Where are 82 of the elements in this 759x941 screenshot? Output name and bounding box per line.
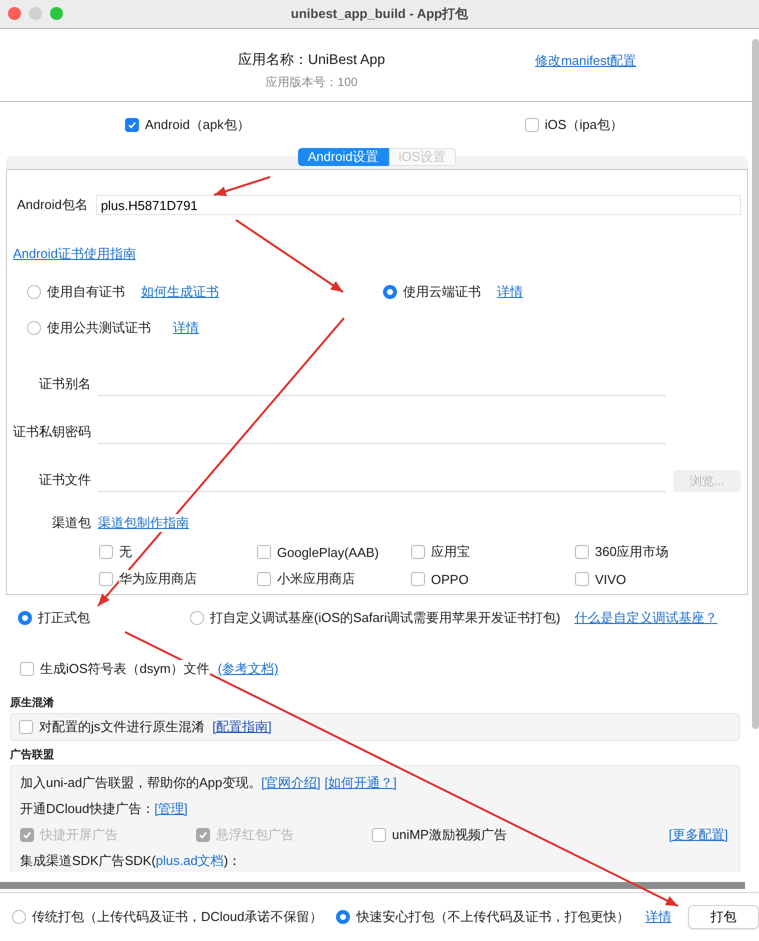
channel-option-label: 小米应用商店 (277, 570, 355, 588)
dcloud-ads-label: 开通DCloud快捷广告： (20, 800, 154, 818)
check-icon (198, 830, 208, 840)
channel-guide-link[interactable]: 渠道包制作指南 (98, 514, 189, 532)
ad-option-label: 悬浮红包广告 (216, 826, 294, 844)
app-name: 应用名称：UniBest App (238, 51, 386, 69)
horizontal-scrollbar[interactable] (0, 882, 745, 889)
config-guide-link[interactable]: [配置指南] (212, 718, 272, 736)
ads-info-link[interactable]: [如何开通？] (324, 774, 397, 792)
certificate-help-link[interactable]: 如何生成证书 (141, 283, 219, 301)
channel-option-label: 应用宝 (431, 543, 470, 561)
ad-option-label: 快捷开屏广告 (40, 826, 118, 844)
build-mode-label: 传统打包（上传代码及证书，DCloud承诺不保留） (32, 908, 322, 926)
checkbox[interactable] (575, 545, 589, 559)
platform-label: Android（apk包） (145, 116, 250, 134)
checkbox[interactable] (99, 545, 113, 559)
radio-button[interactable] (27, 321, 41, 335)
section-title: 广告联盟 (10, 748, 54, 762)
field-label: 证书别名 (38, 375, 91, 393)
obfuscation-label: 对配置的js文件进行原生混淆 (39, 718, 204, 736)
platform-label: iOS（ipa包） (544, 116, 623, 134)
radio-button[interactable] (336, 910, 350, 924)
radio-button[interactable] (190, 611, 204, 625)
checkbox[interactable] (524, 118, 539, 132)
app-version: 应用版本号：100 (266, 74, 358, 91)
checkbox[interactable] (411, 572, 425, 586)
debug-base-help-link[interactable]: 什么是自定义调试基座？ (574, 609, 718, 627)
manifest-link[interactable]: 修改manifest配置 (535, 52, 636, 70)
build-mode-label: 快速安心打包（不上传代码及证书，打包更快） (356, 908, 630, 926)
radio-button[interactable] (18, 611, 32, 625)
check-icon (127, 120, 137, 130)
certificate-help-link[interactable]: 详情 (173, 319, 199, 337)
channel-option-label: VIVO (595, 572, 626, 586)
close-button[interactable] (8, 7, 21, 20)
window-title: unibest_app_build - App打包 (290, 5, 468, 23)
reference-doc-link[interactable]: (参考文档) (218, 660, 278, 678)
channel-option-label: OPPO (431, 572, 469, 586)
field-label: 证书私钥密码 (13, 423, 91, 441)
zoom-button[interactable] (50, 7, 63, 20)
vertical-scrollbar[interactable] (752, 39, 759, 729)
section-title: 原生混淆 (10, 696, 54, 710)
details-link[interactable]: 详情 (645, 908, 672, 926)
ad-option-label: uniMP激励视频广告 (392, 826, 507, 844)
channel-option-label: 360应用市场 (595, 543, 669, 561)
channel-label: 渠道包 (51, 514, 91, 532)
certificate-option-label: 使用云端证书 (403, 283, 481, 301)
sdk-suffix-text: )： (224, 852, 242, 870)
minimize-button[interactable] (29, 7, 42, 20)
build-type-label: 打自定义调试基座(iOS的Safari调试需要用苹果开发证书打包) (210, 609, 560, 627)
tab[interactable]: Android设置 (298, 148, 389, 166)
checkbox[interactable] (19, 720, 33, 734)
checkbox[interactable] (99, 572, 113, 586)
ads-info-link[interactable]: [官网介绍] (261, 774, 321, 792)
channel-option-label: 华为应用商店 (119, 570, 197, 588)
annotation-arrow (214, 176, 270, 196)
checkbox[interactable] (20, 662, 34, 676)
certificate-help-link[interactable]: 详情 (497, 283, 523, 301)
ad-doc-link[interactable]: plus.ad文档 (156, 852, 224, 870)
checkbox[interactable] (411, 545, 425, 559)
radio-button[interactable] (383, 285, 397, 299)
checkbox[interactable] (257, 572, 271, 586)
more-config-link[interactable]: [更多配置] (668, 826, 728, 844)
channel-option-label: GooglePlay(AAB) (277, 544, 379, 560)
build-button[interactable]: 打包 (688, 905, 759, 929)
package-label: Android包名 (16, 196, 88, 214)
dsym-label: 生成iOS符号表（dsym）文件 (40, 660, 210, 678)
package-input[interactable]: plus.H5871D791 (96, 195, 741, 215)
radio-button[interactable] (27, 285, 41, 299)
checkbox[interactable] (257, 545, 271, 559)
checkbox[interactable] (125, 118, 139, 132)
checkbox[interactable] (575, 572, 589, 586)
radio-button[interactable] (12, 910, 26, 924)
check-icon (22, 830, 32, 840)
certificate-option-label: 使用自有证书 (47, 283, 125, 301)
field-label: 证书文件 (38, 471, 91, 489)
ads-intro-text: 加入uni-ad广告联盟，帮助你的App变现。 (20, 774, 262, 792)
build-type-label: 打正式包 (38, 609, 90, 627)
sdk-prefix-text: 集成渠道SDK广告SDK( (20, 852, 156, 870)
certificate-guide-link[interactable]: Android证书使用指南 (13, 245, 136, 263)
certificate-option-label: 使用公共测试证书 (47, 319, 151, 337)
checkbox[interactable] (372, 828, 386, 842)
manage-link[interactable]: [管理] (154, 800, 188, 818)
